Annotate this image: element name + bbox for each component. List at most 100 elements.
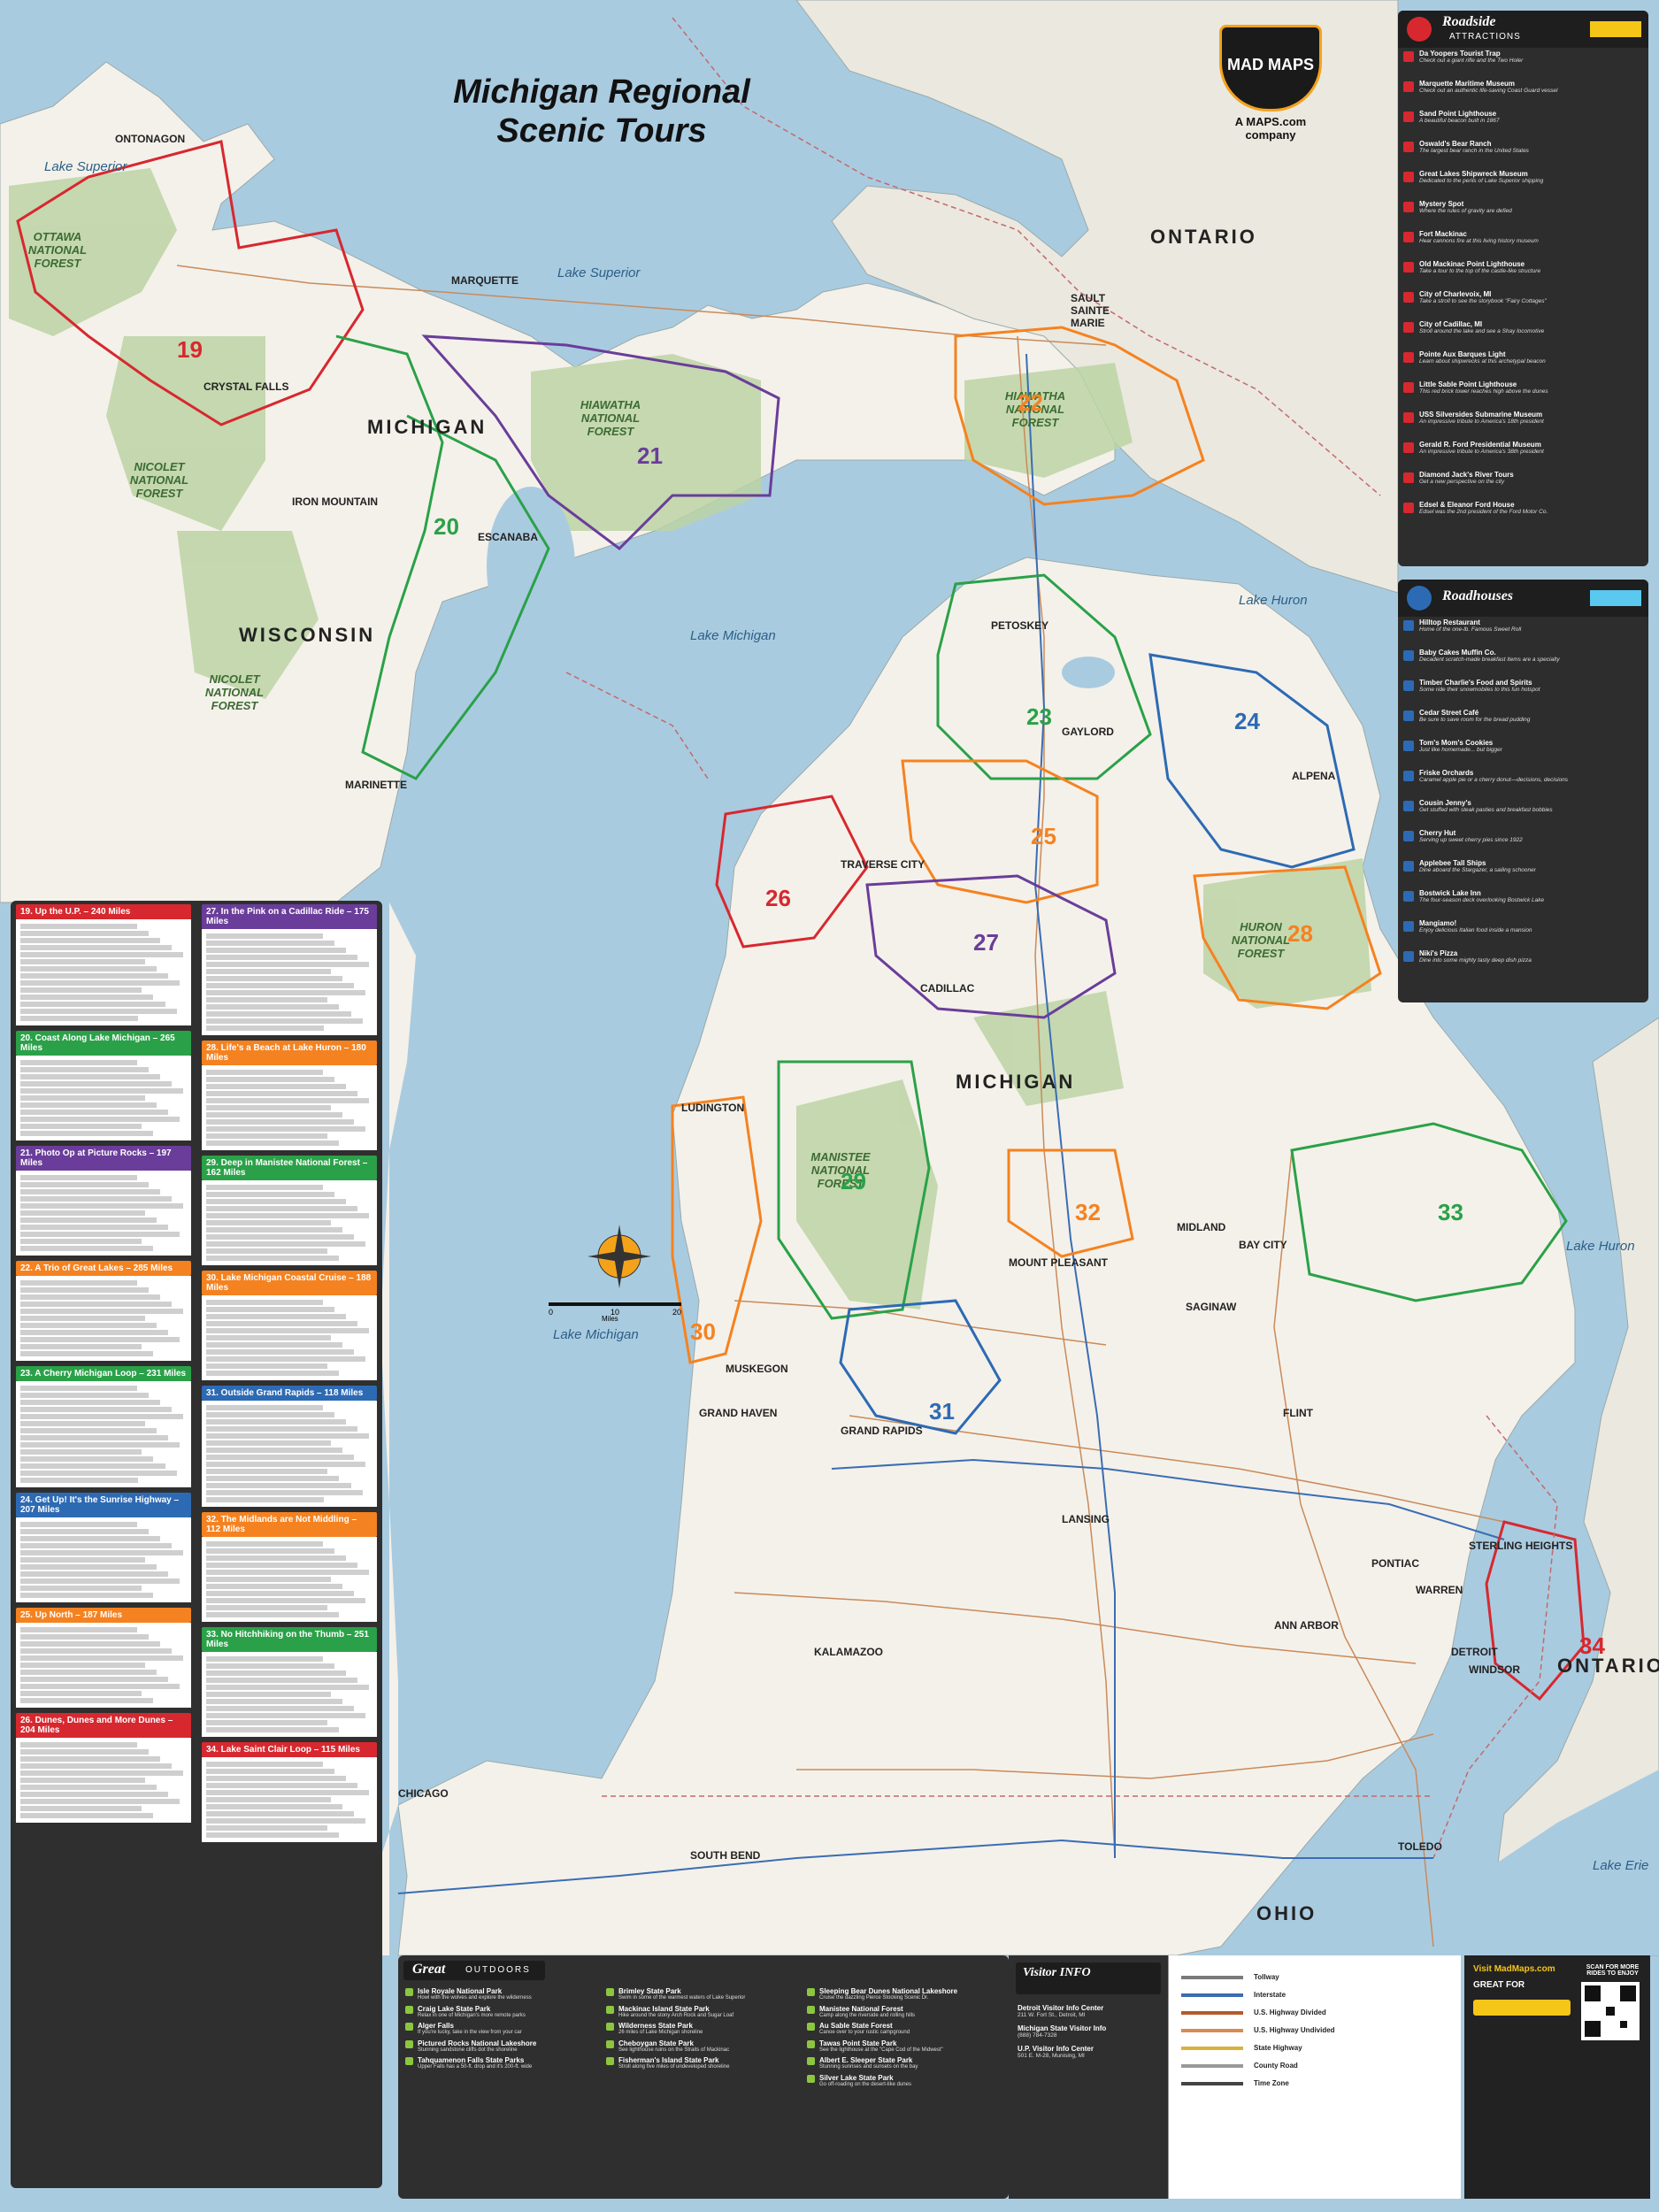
outdoors-item[interactable]: Mackinac Island State Park Hike around th… xyxy=(606,2005,794,2020)
tour-header[interactable]: 31. Outside Grand Rapids – 118 Miles xyxy=(202,1386,377,1401)
website-link[interactable]: Visit MadMaps.com xyxy=(1473,1964,1555,1974)
tour-number-21[interactable]: 21 xyxy=(637,442,663,470)
tour-card[interactable]: 24. Get Up! It's the Sunrise Highway – 2… xyxy=(16,1493,191,1602)
tour-card[interactable]: 28. Life's a Beach at Lake Huron – 180 M… xyxy=(202,1041,377,1150)
attraction-item[interactable]: Sand Point Lighthouse A beautiful beacon … xyxy=(1398,108,1648,138)
tour-number-22[interactable]: 22 xyxy=(1018,389,1043,417)
tour-number-30[interactable]: 30 xyxy=(690,1318,716,1346)
attraction-item[interactable]: USS Silversides Submarine Museum An impre… xyxy=(1398,409,1648,439)
tour-header[interactable]: 33. No Hitchhiking on the Thumb – 251 Mi… xyxy=(202,1627,377,1652)
tour-card[interactable]: 31. Outside Grand Rapids – 118 Miles xyxy=(202,1386,377,1507)
tour-number-19[interactable]: 19 xyxy=(177,336,203,364)
roadhouse-item[interactable]: Baby Cakes Muffin Co. Decadent scratch-ma… xyxy=(1398,647,1648,677)
tour-number-27[interactable]: 27 xyxy=(973,929,999,956)
roadhouse-item[interactable]: Hilltop Restaurant Home of the one-lb. Fa… xyxy=(1398,617,1648,647)
tour-header[interactable]: 34. Lake Saint Clair Loop – 115 Miles xyxy=(202,1742,377,1757)
attraction-item[interactable]: Little Sable Point Lighthouse This red br… xyxy=(1398,379,1648,409)
tour-header[interactable]: 22. A Trio of Great Lakes – 285 Miles xyxy=(16,1261,191,1276)
outdoors-item[interactable]: Sleeping Bear Dunes National Lakeshore Cr… xyxy=(807,1987,995,2002)
roadhouse-item[interactable]: Cedar Street Café Be sure to save room fo… xyxy=(1398,707,1648,737)
attraction-item[interactable]: City of Charlevoix, MI Take a stroll to s… xyxy=(1398,288,1648,319)
roadhouse-item[interactable]: Tom's Mom's Cookies Just like homemade...… xyxy=(1398,737,1648,767)
attraction-item[interactable]: Old Mackinac Point Lighthouse Take a tour… xyxy=(1398,258,1648,288)
tour-number-33[interactable]: 33 xyxy=(1438,1199,1463,1226)
outdoors-item[interactable]: Albert E. Sleeper State Park Stunning sun… xyxy=(807,2056,995,2071)
outdoors-item[interactable]: Craig Lake State Park Relax in one of Mic… xyxy=(405,2005,593,2020)
tour-header[interactable]: 24. Get Up! It's the Sunrise Highway – 2… xyxy=(16,1493,191,1517)
outdoors-item[interactable]: Pictured Rocks National Lakeshore Stunnin… xyxy=(405,2039,593,2055)
attraction-item[interactable]: Marquette Maritime Museum Check out an au… xyxy=(1398,78,1648,108)
tour-header[interactable]: 21. Photo Op at Picture Rocks – 197 Mile… xyxy=(16,1146,191,1171)
tour-card[interactable]: 19. Up the U.P. – 240 Miles xyxy=(16,904,191,1025)
tour-header[interactable]: 27. In the Pink on a Cadillac Ride – 175… xyxy=(202,904,377,929)
outdoors-item[interactable]: Manistee National Forest Camp along the r… xyxy=(807,2005,995,2020)
tour-header[interactable]: 19. Up the U.P. – 240 Miles xyxy=(16,904,191,919)
tour-card[interactable]: 34. Lake Saint Clair Loop – 115 Miles xyxy=(202,1742,377,1842)
tour-header[interactable]: 25. Up North – 187 Miles xyxy=(16,1608,191,1623)
outdoors-item[interactable]: Au Sable State Forest Canoe over to your … xyxy=(807,2022,995,2037)
visitor-item[interactable]: U.P. Visitor Info Center 501 E. M-28, Mun… xyxy=(1009,2042,1168,2062)
outdoors-item[interactable]: Tahquamenon Falls State Parks Upper Falls… xyxy=(405,2056,593,2071)
tour-header[interactable]: 32. The Midlands are Not Middling – 112 … xyxy=(202,1512,377,1537)
tour-header[interactable]: 30. Lake Michigan Coastal Cruise – 188 M… xyxy=(202,1271,377,1295)
visitor-item[interactable]: Michigan State Visitor Info (888) 784-732… xyxy=(1009,2022,1168,2042)
attraction-item[interactable]: Pointe Aux Barques Light Learn about ship… xyxy=(1398,349,1648,379)
roadhouse-item[interactable]: Niki's Pizza Dine into some mighty tasty … xyxy=(1398,948,1648,978)
tour-card[interactable]: 22. A Trio of Great Lakes – 285 Miles xyxy=(16,1261,191,1361)
outdoors-item[interactable]: Cheboygan State Park See lighthouse ruins… xyxy=(606,2039,794,2055)
tour-card[interactable]: 21. Photo Op at Picture Rocks – 197 Mile… xyxy=(16,1146,191,1256)
tour-header[interactable]: 28. Life's a Beach at Lake Huron – 180 M… xyxy=(202,1041,377,1065)
roadhouse-item[interactable]: Mangiamo! Enjoy delicious Italian food in… xyxy=(1398,918,1648,948)
attraction-item[interactable]: Gerald R. Ford Presidential Museum An imp… xyxy=(1398,439,1648,469)
attraction-item[interactable]: Diamond Jack's River Tours Get a new pers… xyxy=(1398,469,1648,499)
attraction-item[interactable]: Mystery Spot Where the rules of gravity a… xyxy=(1398,198,1648,228)
tour-card[interactable]: 23. A Cherry Michigan Loop – 231 Miles xyxy=(16,1366,191,1487)
tour-header[interactable]: 29. Deep in Manistee National Forest – 1… xyxy=(202,1156,377,1180)
text-line-placeholder xyxy=(206,955,358,960)
roadhouse-item[interactable]: Cherry Hut Serving up sweet cherry pies s… xyxy=(1398,827,1648,857)
outdoors-item[interactable]: Tawas Point State Park See the lighthouse… xyxy=(807,2039,995,2055)
attraction-item[interactable]: Oswald's Bear Ranch The largest bear ranc… xyxy=(1398,138,1648,168)
tour-card[interactable]: 30. Lake Michigan Coastal Cruise – 188 M… xyxy=(202,1271,377,1380)
visitor-item[interactable]: Detroit Visitor Info Center 211 W. Fort S… xyxy=(1009,2001,1168,2022)
tour-header[interactable]: 23. A Cherry Michigan Loop – 231 Miles xyxy=(16,1366,191,1381)
tour-number-24[interactable]: 24 xyxy=(1234,708,1260,735)
tour-card[interactable]: 33. No Hitchhiking on the Thumb – 251 Mi… xyxy=(202,1627,377,1737)
outdoors-item[interactable]: Alger Falls If you're lucky, take in the … xyxy=(405,2022,593,2037)
tour-card[interactable]: 29. Deep in Manistee National Forest – 1… xyxy=(202,1156,377,1265)
tour-number-23[interactable]: 23 xyxy=(1026,703,1052,731)
outdoors-item[interactable]: Fisherman's Island State Park Stroll alon… xyxy=(606,2056,794,2071)
outdoors-item[interactable]: Brimley State Park Swim in some of the wa… xyxy=(606,1987,794,2002)
attraction-item[interactable]: Da Yoopers Tourist Trap Check out a giant… xyxy=(1398,48,1648,78)
tour-card[interactable]: 27. In the Pink on a Cadillac Ride – 175… xyxy=(202,904,377,1035)
tour-number-26[interactable]: 26 xyxy=(765,885,791,912)
attraction-item[interactable]: Edsel & Eleanor Ford House Edsel was the … xyxy=(1398,499,1648,529)
tour-header[interactable]: 26. Dunes, Dunes and More Dunes – 204 Mi… xyxy=(16,1713,191,1738)
attraction-item[interactable]: City of Cadillac, MI Stroll around the la… xyxy=(1398,319,1648,349)
attraction-item[interactable]: Great Lakes Shipwreck Museum Dedicated to… xyxy=(1398,168,1648,198)
outdoors-item[interactable]: Isle Royale National Park Howl with the w… xyxy=(405,1987,593,2002)
tour-card[interactable]: 25. Up North – 187 Miles xyxy=(16,1608,191,1708)
text-line-placeholder xyxy=(20,1386,137,1391)
tour-number-20[interactable]: 20 xyxy=(434,513,459,541)
tour-card[interactable]: 26. Dunes, Dunes and More Dunes – 204 Mi… xyxy=(16,1713,191,1823)
tour-number-25[interactable]: 25 xyxy=(1031,823,1056,850)
roadhouse-item[interactable]: Friske Orchards Caramel apple pie or a ch… xyxy=(1398,767,1648,797)
attraction-item[interactable]: Fort Mackinac Hear cannons fire at this l… xyxy=(1398,228,1648,258)
roadhouse-item[interactable]: Cousin Jenny's Get stuffed with steak pas… xyxy=(1398,797,1648,827)
tour-card[interactable]: 32. The Midlands are Not Middling – 112 … xyxy=(202,1512,377,1622)
outdoors-item[interactable]: Silver Lake State Park Go off-roading on … xyxy=(807,2074,995,2089)
qr-code-icon[interactable] xyxy=(1581,1982,1640,2040)
outdoors-item[interactable]: Wilderness State Park 26 miles of Lake Mi… xyxy=(606,2022,794,2037)
mad-maps-logo[interactable]: MAD MAPS A MAPS.com company xyxy=(1212,25,1329,147)
tour-header[interactable]: 20. Coast Along Lake Michigan – 265 Mile… xyxy=(16,1031,191,1056)
roadhouse-item[interactable]: Timber Charlie's Food and Spirits Some ri… xyxy=(1398,677,1648,707)
tour-number-29[interactable]: 29 xyxy=(841,1168,866,1195)
tour-card[interactable]: 20. Coast Along Lake Michigan – 265 Mile… xyxy=(16,1031,191,1141)
tour-number-28[interactable]: 28 xyxy=(1287,920,1313,948)
tour-number-32[interactable]: 32 xyxy=(1075,1199,1101,1226)
tour-number-34[interactable]: 34 xyxy=(1579,1632,1605,1660)
roadhouse-item[interactable]: Bostwick Lake Inn The four-season deck ov… xyxy=(1398,887,1648,918)
roadhouse-item[interactable]: Applebee Tall Ships Dine aboard the Starg… xyxy=(1398,857,1648,887)
tour-number-31[interactable]: 31 xyxy=(929,1398,955,1425)
